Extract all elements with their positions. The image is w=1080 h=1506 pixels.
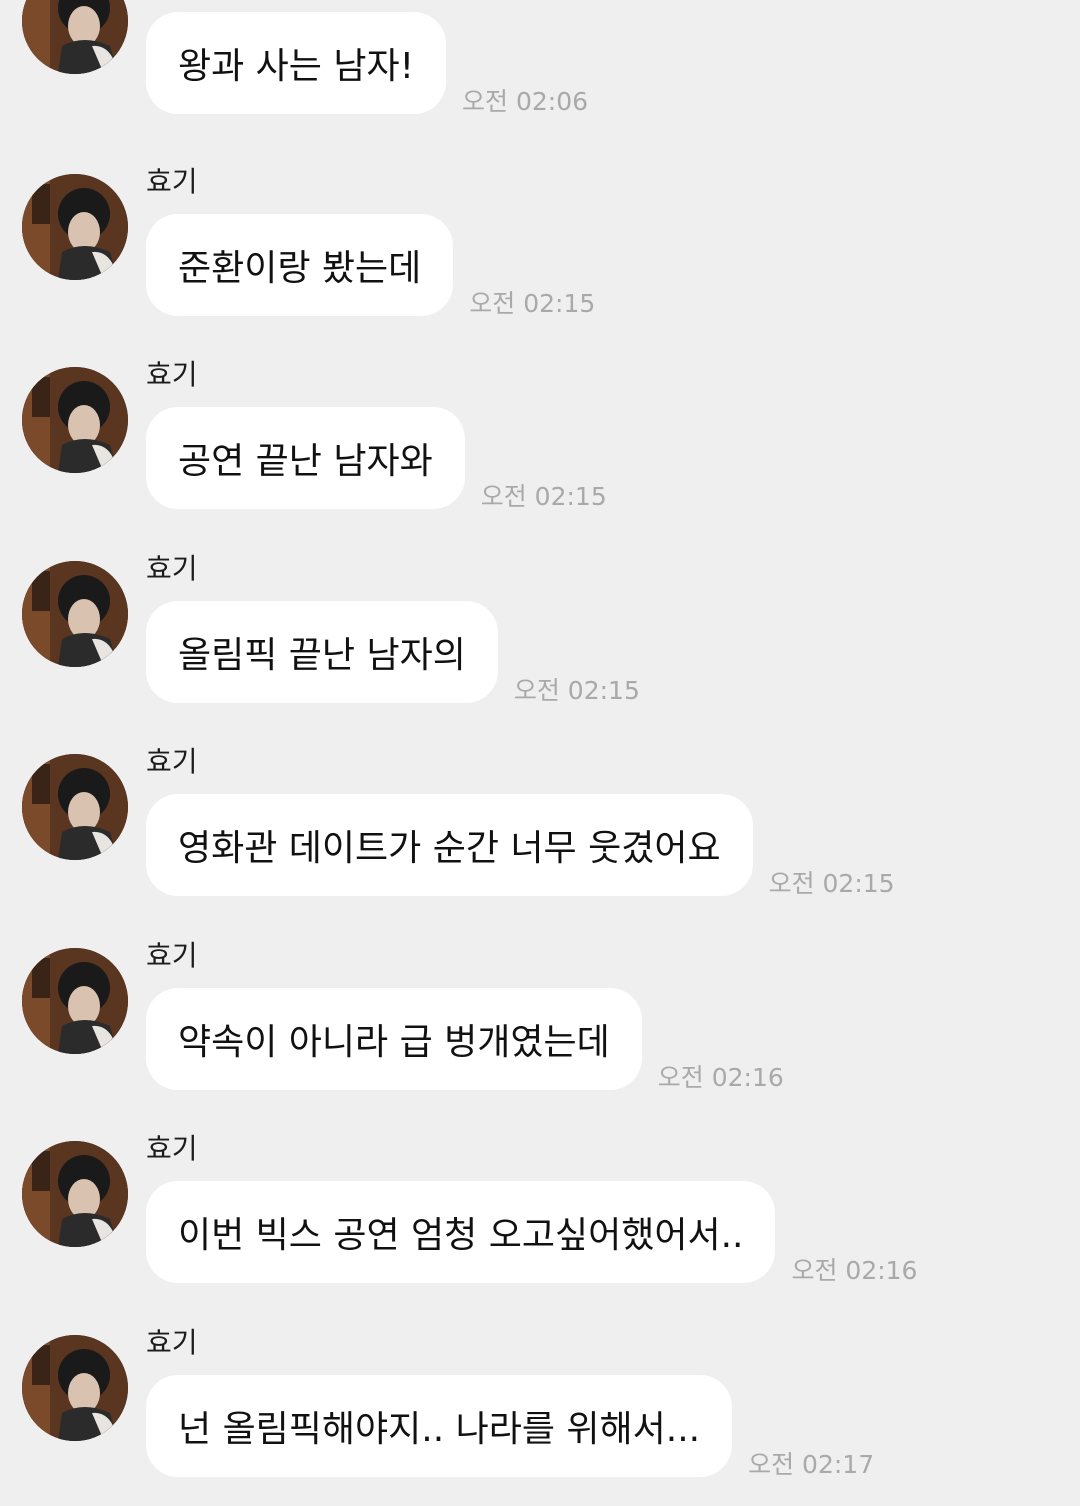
message-timestamp: 오전 02:15 bbox=[513, 676, 640, 705]
avatar[interactable] bbox=[22, 561, 128, 667]
message-row: 효기 약속이 아니라 급 벙개였는데 오전 02:16 bbox=[0, 938, 1080, 1118]
message-bubble[interactable]: 약속이 아니라 급 벙개였는데 bbox=[146, 988, 642, 1090]
message-bubble-group: 올림픽 끝난 남자의 오전 02:15 bbox=[146, 601, 640, 705]
avatar[interactable] bbox=[22, 367, 128, 473]
message-bubble[interactable]: 왕과 사는 남자! bbox=[146, 12, 447, 114]
message-bubble-group: 왕과 사는 남자! 오전 02:06 bbox=[146, 12, 588, 116]
message-timestamp: 오전 02:15 bbox=[480, 482, 607, 511]
message-bubble-group: 영화관 데이트가 순간 너무 웃겼어요 오전 02:15 bbox=[146, 794, 895, 898]
message-bubble[interactable]: 준환이랑 봤는데 bbox=[146, 214, 454, 316]
message-bubble[interactable]: 영화관 데이트가 순간 너무 웃겼어요 bbox=[146, 794, 753, 896]
sender-name: 효기 bbox=[146, 939, 198, 972]
message-timestamp: 오전 02:15 bbox=[469, 289, 596, 318]
message-row: 효기 영화관 데이트가 순간 너무 웃겼어요 오전 02:15 bbox=[0, 744, 1080, 924]
message-bubble[interactable]: 올림픽 끝난 남자의 bbox=[146, 601, 498, 703]
sender-name: 효기 bbox=[146, 358, 198, 391]
sender-name: 효기 bbox=[146, 552, 198, 585]
avatar[interactable] bbox=[22, 0, 128, 74]
message-row: 효기 이번 빅스 공연 엄청 오고싶어했어서.. 오전 02:16 bbox=[0, 1131, 1080, 1311]
avatar[interactable] bbox=[22, 1335, 128, 1441]
message-timestamp: 오전 02:17 bbox=[748, 1450, 875, 1479]
message-bubble-group: 넌 올림픽해야지.. 나라를 위해서... 오전 02:17 bbox=[146, 1375, 874, 1479]
message-row: 효기 넌 올림픽해야지.. 나라를 위해서... 오전 02:17 bbox=[0, 1325, 1080, 1505]
message-timestamp: 오전 02:16 bbox=[657, 1063, 784, 1092]
message-row: 왕과 사는 남자! 오전 02:06 bbox=[0, 0, 1080, 158]
avatar[interactable] bbox=[22, 948, 128, 1054]
message-timestamp: 오전 02:16 bbox=[791, 1256, 918, 1285]
avatar[interactable] bbox=[22, 174, 128, 280]
sender-name: 효기 bbox=[146, 165, 198, 198]
message-bubble-group: 공연 끝난 남자와 오전 02:15 bbox=[146, 407, 607, 511]
message-row: 효기 올림픽 끝난 남자의 오전 02:15 bbox=[0, 551, 1080, 731]
message-bubble-group: 약속이 아니라 급 벙개였는데 오전 02:16 bbox=[146, 988, 784, 1092]
message-bubble-group: 준환이랑 봤는데 오전 02:15 bbox=[146, 214, 595, 318]
avatar[interactable] bbox=[22, 754, 128, 860]
sender-name: 효기 bbox=[146, 1326, 198, 1359]
sender-name: 효기 bbox=[146, 1132, 198, 1165]
message-row: 효기 준환이랑 봤는데 오전 02:15 bbox=[0, 164, 1080, 344]
message-timestamp: 오전 02:15 bbox=[768, 869, 895, 898]
message-bubble[interactable]: 넌 올림픽해야지.. 나라를 위해서... bbox=[146, 1375, 733, 1477]
message-bubble-group: 이번 빅스 공연 엄청 오고싶어했어서.. 오전 02:16 bbox=[146, 1181, 917, 1285]
message-row: 효기 공연 끝난 남자와 오전 02:15 bbox=[0, 357, 1080, 537]
message-bubble[interactable]: 이번 빅스 공연 엄청 오고싶어했어서.. bbox=[146, 1181, 776, 1283]
avatar[interactable] bbox=[22, 1141, 128, 1247]
message-timestamp: 오전 02:06 bbox=[462, 87, 589, 116]
message-bubble[interactable]: 공연 끝난 남자와 bbox=[146, 407, 465, 509]
chat-message-list[interactable]: 왕과 사는 남자! 오전 02:06 효기 준환이랑 봤는데 오전 02:15 bbox=[0, 0, 1080, 1506]
sender-name: 효기 bbox=[146, 745, 198, 778]
